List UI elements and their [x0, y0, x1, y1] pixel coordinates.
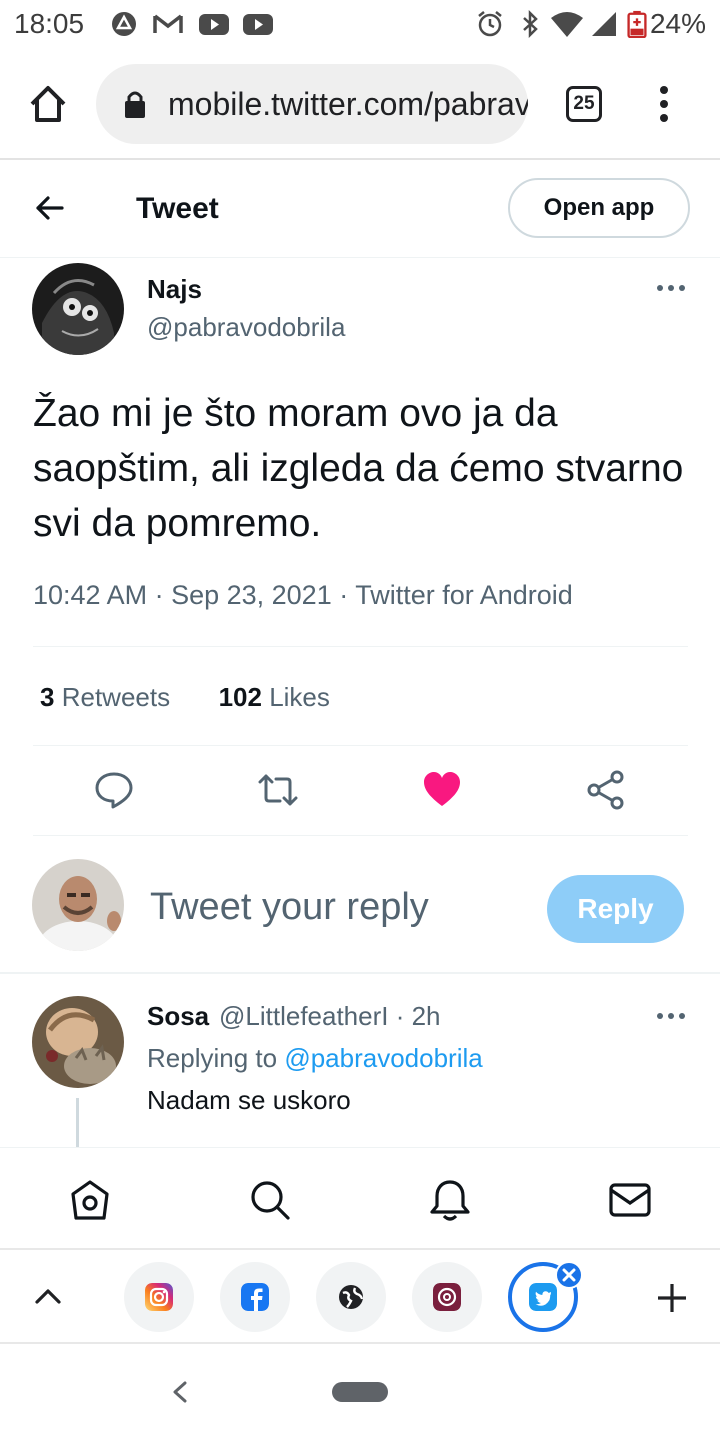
notifications-icon[interactable] [428, 1178, 472, 1222]
globe-icon [339, 1285, 364, 1309]
share-icon[interactable] [586, 770, 626, 810]
threads-icon [433, 1283, 461, 1311]
author-handle[interactable]: @pabravodobrila [147, 312, 345, 343]
retweet-icon[interactable] [258, 770, 298, 810]
open-app-button[interactable]: Open app [508, 178, 690, 238]
gmail-icon [153, 14, 183, 33]
tab-web[interactable] [316, 1262, 386, 1332]
youtube-icon [199, 14, 229, 35]
youtube-icon [243, 14, 273, 35]
home-icon[interactable] [28, 84, 68, 124]
status-time: 18:05 [14, 8, 85, 39]
likes-count: 102 [218, 682, 262, 712]
url-text: mobile.twitter.com/pabravodobrila [168, 86, 528, 122]
bottom-nav [0, 1147, 720, 1247]
back-arrow-icon[interactable] [34, 192, 66, 224]
twitter-icon [529, 1283, 557, 1311]
facebook-icon [241, 1283, 269, 1311]
like-icon[interactable] [422, 770, 462, 810]
bluetooth-icon [523, 10, 538, 38]
chevron-up-icon[interactable] [34, 1286, 62, 1306]
tweet-meta: 10:42 AM · Sep 23, 2021 · Twitter for An… [33, 580, 573, 610]
browser-toolbar: mobile.twitter.com/pabravodobrila 25 [0, 50, 720, 160]
tab-strip [0, 1248, 720, 1344]
new-tab-icon[interactable] [656, 1282, 688, 1314]
search-icon[interactable] [248, 1178, 292, 1222]
page-title: Tweet [136, 192, 219, 225]
divider [33, 646, 688, 647]
tab-instagram[interactable] [124, 1262, 194, 1332]
wifi-icon [551, 12, 583, 37]
address-bar[interactable]: mobile.twitter.com/pabravodobrila [96, 64, 528, 144]
replying-to: Replying to @pabravodobrila [147, 1043, 483, 1074]
tab-threads[interactable] [412, 1262, 482, 1332]
section-separator [0, 972, 720, 974]
divider [33, 745, 688, 746]
close-tab-icon[interactable] [554, 1260, 584, 1290]
system-back-icon[interactable] [170, 1380, 190, 1404]
tab-facebook[interactable] [220, 1262, 290, 1332]
author-name[interactable]: Najs [147, 274, 202, 305]
tweet-header: Tweet Open app [0, 162, 720, 258]
tab-switcher-button[interactable]: 25 [566, 86, 602, 122]
reply-author-avatar[interactable] [32, 996, 124, 1088]
replying-to-label: Replying to [147, 1043, 278, 1073]
more-vert-icon[interactable] [654, 84, 674, 124]
status-bar: 18:05 24% [0, 0, 720, 50]
retweets-stat[interactable]: 3 Retweets [40, 682, 170, 712]
reply-text: Nadam se uskoro [147, 1085, 351, 1115]
replying-to-link[interactable]: @pabravodobrila [284, 1043, 482, 1073]
instagram-icon [145, 1283, 173, 1311]
drive-icon [112, 12, 136, 36]
signal-icon [592, 12, 616, 36]
retweets-label: Retweets [61, 682, 171, 712]
messages-icon[interactable] [608, 1178, 652, 1222]
more-options-icon[interactable] [656, 282, 686, 294]
battery-percent: 24% [649, 8, 706, 39]
system-home-pill[interactable] [332, 1382, 388, 1402]
system-nav-bar [0, 1346, 720, 1440]
reply-author-handle[interactable]: @LittlefeatherI · 2h [219, 1001, 441, 1032]
reply-input[interactable]: Tweet your reply [150, 886, 429, 929]
reply-author-name[interactable]: Sosa [147, 1001, 209, 1032]
thread-line [76, 1098, 79, 1148]
user-avatar[interactable] [32, 859, 124, 951]
reply-button[interactable]: Reply [547, 875, 684, 943]
reply-icon[interactable] [94, 770, 134, 810]
retweets-count: 3 [40, 682, 55, 712]
more-options-icon[interactable] [656, 1010, 686, 1022]
author-avatar[interactable] [32, 263, 124, 355]
lock-icon [125, 91, 145, 118]
likes-label: Likes [269, 682, 330, 712]
battery-icon [627, 10, 647, 38]
divider [33, 835, 688, 836]
tweet-stats: 3 Retweets 102 Likes [40, 682, 330, 713]
alarm-icon [478, 11, 502, 37]
tweet-text: Žao mi je što moram ovo ja da saopštim, … [33, 392, 684, 545]
home-icon[interactable] [68, 1178, 112, 1222]
likes-stat[interactable]: 102 Likes [219, 682, 330, 712]
